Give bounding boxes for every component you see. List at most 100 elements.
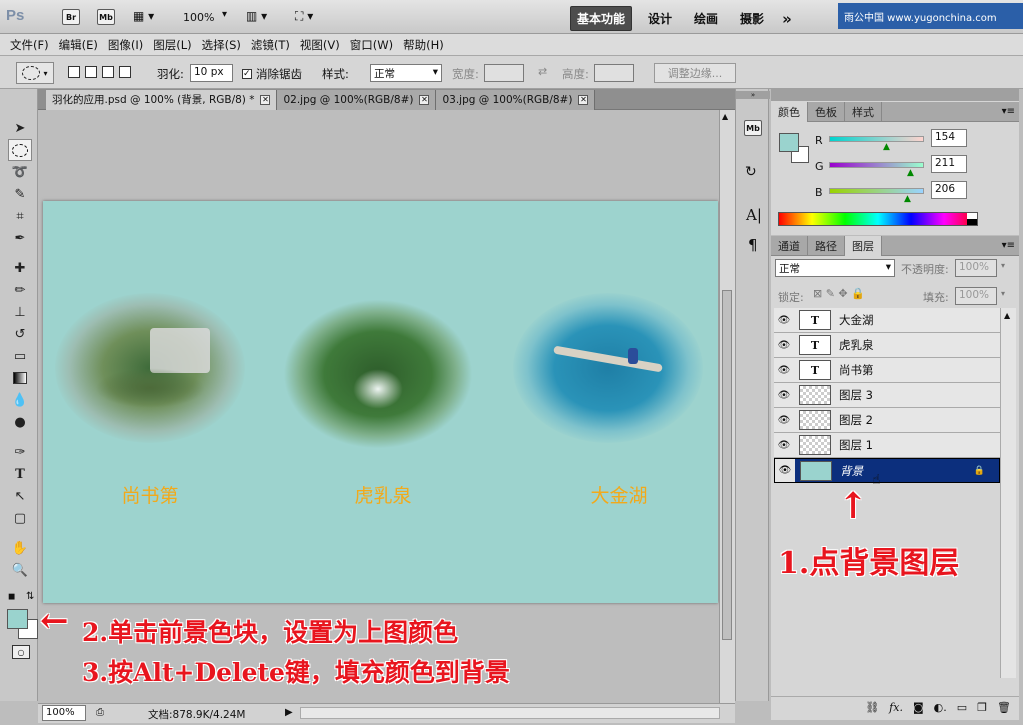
opacity-input[interactable]: 100% [955,259,997,277]
workspace-photography[interactable]: 摄影 [734,7,770,30]
workspace-essentials[interactable]: 基本功能 [570,6,633,31]
eye-icon[interactable]: 👁 [774,340,794,351]
new-layer-icon[interactable]: ❐ [977,701,987,714]
color-spectrum-ramp[interactable] [778,212,978,226]
eraser-tool-icon[interactable]: ▭ [8,345,32,367]
menu-select[interactable]: 选择(S) [202,37,241,53]
eye-icon[interactable]: 👁 [774,390,794,401]
brush-tool-icon[interactable]: ✏ [8,279,32,301]
gradient-tool-icon[interactable] [8,367,32,389]
tool-preset-picker[interactable]: ▾ [16,62,54,84]
blue-value-input[interactable]: 206 [931,181,967,199]
add-selection-icon[interactable] [85,66,97,78]
elliptical-marquee-tool-icon[interactable] [8,139,32,161]
collapse-dock-icon[interactable]: » [736,91,770,99]
eyedropper-tool-icon[interactable]: ✒ [8,227,32,249]
close-icon[interactable]: ✕ [260,94,271,105]
default-colors-icon[interactable]: ◼ [8,592,15,602]
foreground-color-swatch[interactable] [7,609,28,629]
menu-help[interactable]: 帮助(H) [403,37,444,53]
quick-selection-tool-icon[interactable]: ✎ [8,183,32,205]
path-selection-tool-icon[interactable]: ↖ [8,485,32,507]
menu-image[interactable]: 图像(I) [108,37,143,53]
eye-icon[interactable]: 👁 [775,459,795,482]
lasso-tool-icon[interactable]: ➰ [8,161,32,183]
antialias-checkbox[interactable]: ✓ 消除锯齿 [242,66,302,82]
black-white-ramp[interactable] [967,213,977,225]
tab-styles[interactable]: 样式 [845,101,882,122]
fill-input[interactable]: 100% [955,287,997,305]
quick-mask-icon[interactable]: ○ [12,645,30,659]
workspace-painting[interactable]: 绘画 [688,7,724,30]
rectangle-tool-icon[interactable]: ▢ [8,507,32,529]
layer-style-icon[interactable]: fx. [889,701,903,714]
layers-scrollbar[interactable]: ▲ [1000,308,1016,678]
layer-row[interactable]: 👁 图层 3 [774,383,1000,408]
paragraph-panel-icon[interactable]: ¶ [748,236,758,254]
scroll-up-icon[interactable]: ▲ [1004,311,1010,320]
hand-tool-icon[interactable]: ✋ [8,537,32,559]
status-zoom-input[interactable]: 100% [42,705,86,721]
swap-colors-icon[interactable]: ⇅ [26,591,34,602]
layer-row[interactable]: 👁 图层 1 [774,433,1000,458]
red-slider-handle-icon[interactable]: ▲ [883,142,890,152]
menu-layer[interactable]: 图层(L) [153,37,191,53]
screen-mode-menu[interactable]: ⛶ ▾ [295,9,313,24]
blend-mode-select[interactable]: 正常 ▾ [775,259,895,277]
bridge-button[interactable]: Br [62,9,80,25]
scroll-up-icon[interactable]: ▲ [722,112,728,121]
status-info-icon[interactable]: ⎙ [96,707,104,718]
canvas-vertical-scrollbar[interactable]: ▲ [719,110,735,705]
arrange-documents-menu[interactable]: ▥ ▾ [246,9,267,23]
layer-mask-icon[interactable]: ◙ [913,701,924,714]
link-layers-icon[interactable]: ⛓ [865,701,879,714]
tab-channels[interactable]: 通道 [771,235,808,256]
crop-tool-icon[interactable]: ⌗ [8,205,32,227]
green-slider-handle-icon[interactable]: ▲ [907,168,914,178]
eye-icon[interactable]: 👁 [774,365,794,376]
character-panel-icon[interactable]: A| [746,206,762,224]
swap-dimensions-icon[interactable]: ⇄ [538,65,547,78]
blue-slider-handle-icon[interactable]: ▲ [904,194,911,204]
layer-row[interactable]: 👁 T 虎乳泉 [774,333,1000,358]
intersect-selection-icon[interactable] [119,66,131,78]
status-menu-arrow-icon[interactable]: ▶ [285,707,293,718]
blur-tool-icon[interactable]: 💧 [8,389,32,411]
layer-row[interactable]: 👁 T 尚书第 [774,358,1000,383]
dodge-tool-icon[interactable]: ● [8,411,32,433]
more-workspaces-button[interactable]: » [776,7,798,31]
tab-color[interactable]: 颜色 [771,101,808,122]
tab-document-2[interactable]: 02.jpg @ 100%(RGB/8#) ✕ [277,89,437,110]
panel-menu-icon[interactable]: ▾≡ [1002,240,1015,251]
eye-icon[interactable]: 👁 [774,440,794,451]
tab-layers[interactable]: 图层 [845,235,882,256]
layer-row[interactable]: 👁 T 大金湖 [774,308,1000,333]
red-slider[interactable] [829,136,924,142]
menu-file[interactable]: 文件(F) [10,37,49,53]
scrollbar-thumb[interactable] [722,290,732,640]
tab-paths[interactable]: 路径 [808,235,845,256]
close-icon[interactable]: ✕ [578,94,589,105]
red-value-input[interactable]: 154 [931,129,967,147]
opacity-dropdown-icon[interactable]: ▾ [1001,261,1005,270]
new-group-icon[interactable]: ▭ [957,701,967,714]
subtract-selection-icon[interactable] [102,66,114,78]
mini-bridge-button[interactable]: Mb [97,9,115,25]
green-value-input[interactable]: 211 [931,155,967,173]
menu-window[interactable]: 窗口(W) [350,37,393,53]
zoom-dropdown-icon[interactable]: ▾ [222,9,227,20]
menu-filter[interactable]: 滤镜(T) [251,37,290,53]
width-input[interactable] [484,64,524,82]
zoom-level[interactable]: 100% [183,11,214,24]
menu-edit[interactable]: 编辑(E) [59,37,98,53]
horizontal-scrollbar[interactable] [300,707,720,719]
panel-menu-icon[interactable]: ▾≡ [1002,106,1015,117]
feather-input[interactable]: 10 px [190,64,233,82]
pen-tool-icon[interactable]: ✑ [8,441,32,463]
lock-pixels-icon[interactable]: ⊠ ✎ ✥ 🔒 [813,287,865,300]
view-extras-menu[interactable]: ▦ ▾ [133,9,154,23]
layer-row-background-selected[interactable]: 👁 背景 🔒 [774,458,1000,483]
move-tool-icon[interactable]: ➤ [8,117,32,139]
delete-layer-icon[interactable]: 🗑 [997,701,1011,714]
clone-stamp-tool-icon[interactable]: ⊥ [8,301,32,323]
